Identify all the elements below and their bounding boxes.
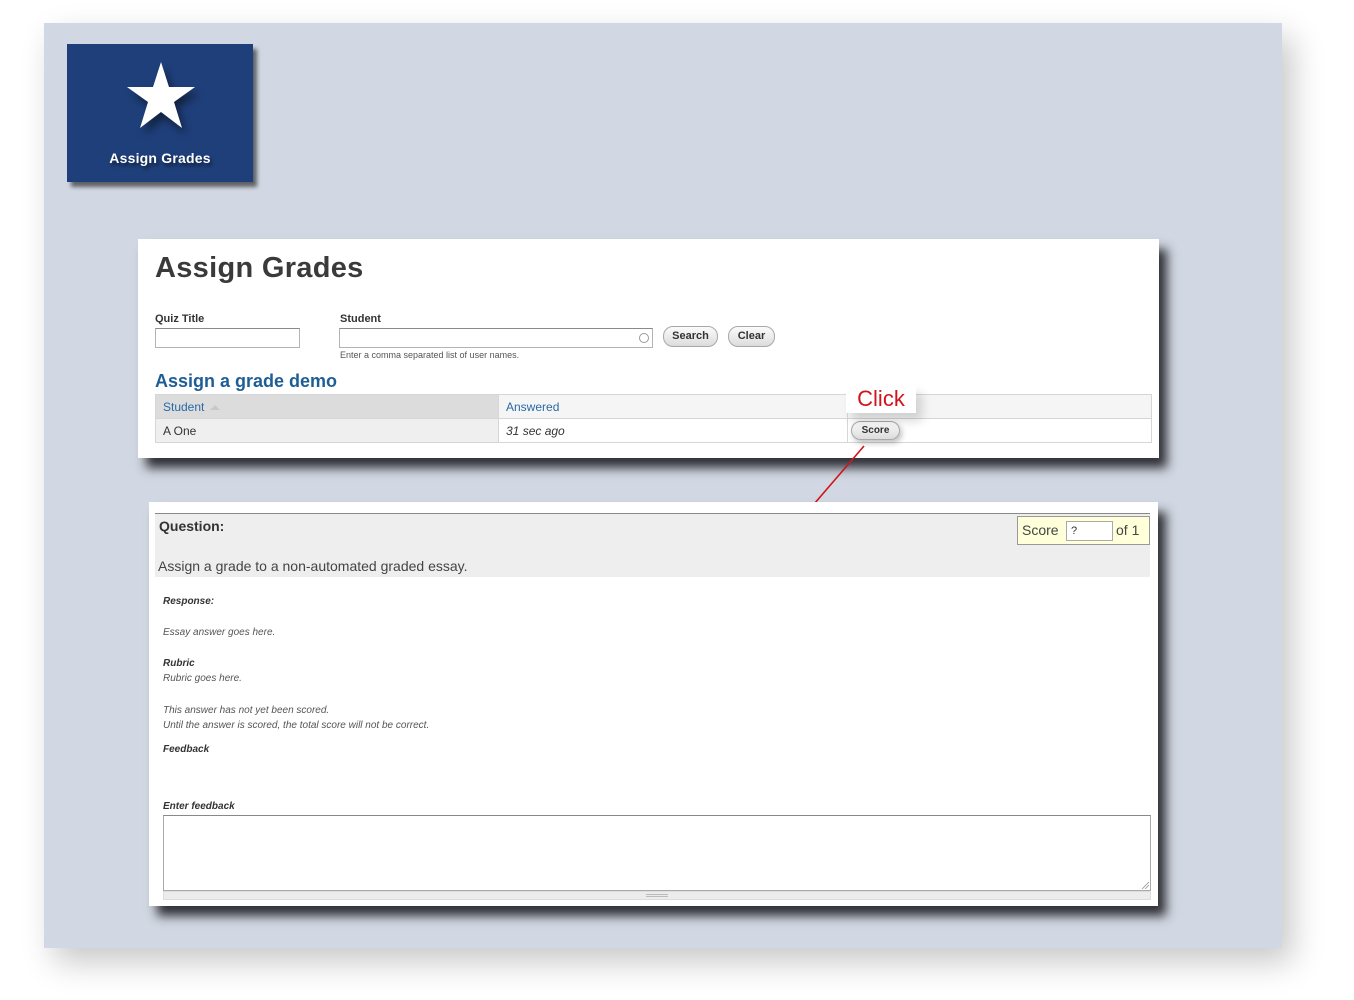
student-hint: Enter a comma separated list of user nam… (340, 350, 520, 360)
sort-asc-icon (210, 404, 221, 410)
search-button[interactable]: Search (663, 326, 718, 347)
quiz-title-label: Quiz Title (155, 313, 205, 325)
score-input[interactable] (1066, 521, 1113, 541)
response-label: Response: (163, 596, 215, 607)
student-label: Student (340, 313, 381, 325)
student-input[interactable] (339, 328, 653, 348)
feedback-textarea[interactable] (163, 815, 1151, 891)
not-scored-warning: Until the answer is scored, the total sc… (163, 720, 430, 731)
column-answered[interactable]: Answered (498, 394, 848, 419)
click-callout: Click (846, 385, 916, 413)
page-title: Assign Grades (155, 252, 364, 284)
search-ring-icon (639, 333, 649, 343)
response-text: Essay answer goes here. (163, 627, 276, 638)
resize-handle-icon[interactable] (1141, 881, 1149, 889)
star-icon (127, 62, 195, 128)
cell-answered: 31 sec ago (498, 418, 848, 443)
grading-card: Question: Assign a grade to a non-automa… (149, 502, 1158, 906)
tile-label: Assign Grades (109, 150, 211, 166)
textarea-grip-bar[interactable] (163, 891, 1151, 900)
question-text: Assign a grade to a non-automated graded… (158, 558, 468, 574)
quiz-section-title: Assign a grade demo (155, 371, 338, 391)
score-label: Score (1022, 522, 1059, 538)
assign-grades-search-card: Assign Grades Quiz Title Student Enter a… (138, 239, 1159, 458)
rubric-text: Rubric goes here. (163, 673, 242, 684)
feedback-label: Feedback (163, 744, 210, 755)
score-box: Score of 1 (1017, 516, 1150, 545)
not-scored-notice: This answer has not yet been scored. (163, 705, 330, 716)
column-student[interactable]: Student (155, 394, 499, 419)
grip-icon (646, 894, 668, 897)
results-table: Student Answered A One 31 sec ago (155, 394, 1152, 443)
quiz-title-input[interactable] (155, 328, 300, 348)
rubric-label: Rubric (163, 658, 195, 669)
score-max: of 1 (1116, 522, 1140, 538)
assign-grades-tile[interactable]: Assign Grades (67, 44, 253, 182)
score-button[interactable]: Score (851, 421, 900, 440)
enter-feedback-label: Enter feedback (163, 801, 235, 812)
cell-student: A One (155, 418, 499, 443)
question-label: Question: (159, 518, 225, 534)
clear-button[interactable]: Clear (728, 326, 775, 347)
table-row: A One 31 sec ago (155, 418, 1152, 443)
table-header-row: Student Answered (155, 394, 1152, 419)
question-header: Question: Assign a grade to a non-automa… (155, 513, 1150, 577)
